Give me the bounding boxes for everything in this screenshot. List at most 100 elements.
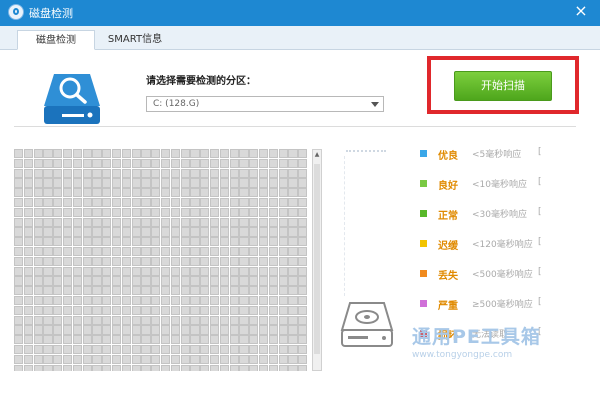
sector-cell bbox=[288, 266, 298, 276]
scroll-up-icon[interactable]: ▲ bbox=[313, 150, 321, 160]
partition-select[interactable]: C: (128.G) bbox=[146, 96, 384, 112]
sector-cell bbox=[209, 354, 220, 365]
sector-cell bbox=[14, 246, 24, 257]
sector-cell bbox=[141, 256, 151, 267]
sector-cell bbox=[180, 276, 190, 286]
sector-cell bbox=[249, 276, 259, 286]
sector-cell bbox=[268, 237, 279, 247]
sector-cell bbox=[258, 237, 269, 247]
sector-cell bbox=[102, 149, 112, 159]
sector-cell bbox=[160, 227, 171, 237]
sector-cell bbox=[121, 364, 132, 371]
sector-cell bbox=[102, 197, 112, 208]
sector-cell bbox=[102, 217, 112, 227]
sector-cell bbox=[268, 286, 279, 296]
sector-cell bbox=[170, 246, 181, 257]
sector-cell bbox=[209, 217, 220, 227]
sector-cell bbox=[23, 256, 34, 267]
sector-cell bbox=[258, 305, 269, 316]
legend-swatch bbox=[420, 270, 427, 277]
sector-cell bbox=[53, 286, 63, 296]
sector-cell bbox=[200, 197, 210, 208]
sector-cell bbox=[131, 207, 141, 218]
sector-cell bbox=[14, 335, 24, 345]
sector-cell bbox=[170, 197, 181, 208]
sector-cell bbox=[160, 295, 171, 306]
close-icon[interactable]: × bbox=[572, 2, 590, 20]
sector-cell bbox=[43, 354, 53, 365]
sector-cell bbox=[249, 335, 259, 345]
sector-cell bbox=[239, 266, 249, 276]
sector-cell bbox=[160, 266, 171, 276]
sector-cell bbox=[33, 276, 43, 286]
sector-cell bbox=[82, 305, 92, 316]
sector-cell bbox=[72, 325, 83, 335]
tab-smart-info[interactable]: SMART信息 bbox=[100, 30, 170, 50]
sector-cell bbox=[258, 246, 269, 257]
sector-cell bbox=[23, 364, 34, 371]
grid-scrollbar[interactable]: ▲ bbox=[312, 149, 322, 371]
sector-cell bbox=[111, 217, 122, 227]
sector-cell bbox=[141, 188, 151, 198]
legend-name: 良好 bbox=[438, 181, 458, 192]
sector-cell bbox=[278, 197, 288, 208]
sector-cell bbox=[170, 276, 181, 286]
sector-cell bbox=[72, 305, 83, 316]
sector-cell bbox=[258, 344, 269, 355]
sector-cell bbox=[92, 178, 102, 188]
legend-desc: <10毫秒响应 bbox=[472, 180, 527, 190]
sector-cell bbox=[229, 227, 239, 237]
sector-cell bbox=[82, 354, 92, 365]
sector-cell bbox=[111, 335, 122, 345]
sector-cell bbox=[92, 325, 102, 335]
sector-cell bbox=[200, 227, 210, 237]
sector-cell bbox=[219, 168, 230, 178]
sector-cell bbox=[131, 246, 141, 257]
highlight-box bbox=[427, 56, 579, 114]
sector-cell bbox=[239, 276, 249, 286]
sector-cell bbox=[121, 335, 132, 345]
sector-cell bbox=[239, 149, 249, 159]
sector-cell bbox=[141, 315, 151, 325]
sector-cell bbox=[23, 246, 34, 257]
sector-cell bbox=[298, 168, 308, 178]
sector-cell bbox=[288, 237, 298, 247]
sector-cell bbox=[151, 149, 161, 159]
sector-cell bbox=[151, 276, 161, 286]
sector-cell bbox=[43, 295, 53, 306]
sector-cell bbox=[239, 237, 249, 247]
sector-cell bbox=[141, 266, 151, 276]
sector-cell bbox=[102, 266, 112, 276]
sector-cell bbox=[72, 315, 83, 325]
sector-cell bbox=[258, 158, 269, 169]
sector-cell bbox=[43, 325, 53, 335]
sector-cell bbox=[14, 286, 24, 296]
sector-cell bbox=[288, 364, 298, 371]
sector-cell bbox=[258, 188, 269, 198]
sector-cell bbox=[53, 335, 63, 345]
sector-cell bbox=[190, 197, 200, 208]
sector-cell bbox=[131, 276, 141, 286]
scroll-thumb[interactable] bbox=[314, 164, 320, 354]
sector-cell bbox=[190, 344, 200, 355]
sector-cell bbox=[209, 237, 220, 247]
sector-cell bbox=[249, 197, 259, 208]
sector-cell bbox=[288, 344, 298, 355]
sector-cell bbox=[160, 256, 171, 267]
sector-cell bbox=[141, 305, 151, 316]
tab-disk-check[interactable]: 磁盘检测 bbox=[17, 30, 95, 50]
sector-cell bbox=[229, 276, 239, 286]
sector-cell bbox=[229, 286, 239, 296]
sector-cell bbox=[53, 364, 63, 371]
sector-cell bbox=[131, 266, 141, 276]
sector-cell bbox=[72, 344, 83, 355]
sector-cell bbox=[141, 149, 151, 159]
sector-cell bbox=[200, 325, 210, 335]
sector-cell bbox=[141, 217, 151, 227]
sector-cell bbox=[102, 315, 112, 325]
sector-cell bbox=[33, 188, 43, 198]
legend-count: [ bbox=[538, 207, 542, 217]
sector-cell bbox=[190, 354, 200, 365]
sector-cell bbox=[200, 286, 210, 296]
sector-cell bbox=[121, 354, 132, 365]
